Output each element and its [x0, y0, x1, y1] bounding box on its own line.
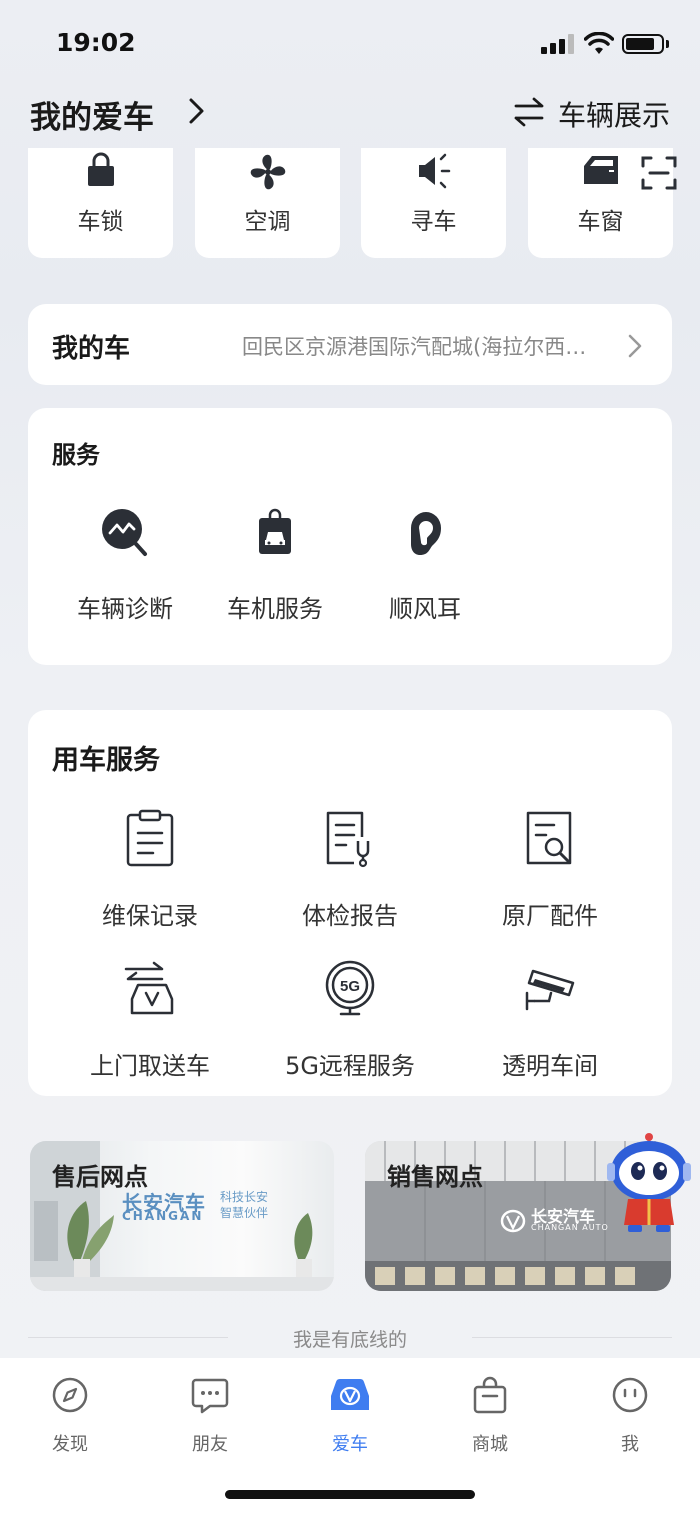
chat-icon	[191, 1378, 229, 1414]
tab-mall[interactable]: 商城	[440, 1376, 540, 1456]
service-label: 车辆诊断	[77, 595, 173, 623]
quick-control-label: 空调	[244, 209, 291, 235]
horn-icon	[418, 153, 450, 189]
ear-icon	[411, 512, 441, 555]
5g-icon: 5G	[325, 960, 375, 1016]
car-service-original-parts[interactable]: 原厂配件	[450, 808, 650, 931]
slogan-line: 智慧伙伴	[220, 1206, 269, 1220]
after-sales-banner[interactable]: 售后网点 长安汽车 CHANGAN 科技长安 智慧伙伴	[30, 1141, 334, 1291]
car-service-label: 维保记录	[102, 902, 198, 930]
changan-logo-en: CHANGAN	[122, 1209, 204, 1223]
sales-title: 销售网点	[387, 1163, 483, 1191]
tab-me[interactable]: 我	[580, 1376, 680, 1456]
lock-icon	[87, 152, 114, 186]
car-service-label: 体检报告	[302, 902, 398, 930]
tab-label: 爱车	[332, 1434, 368, 1455]
face-icon	[612, 1377, 648, 1413]
my-car-title: 我的车	[52, 334, 131, 364]
service-car-machine[interactable]: 车机服务	[200, 505, 350, 624]
clipboard-icon	[126, 809, 174, 867]
tab-discover[interactable]: 发现	[20, 1376, 120, 1456]
chevron-right-icon[interactable]	[186, 96, 208, 126]
shopping-bag-icon	[473, 1376, 507, 1414]
status-time: 19:02	[56, 28, 136, 57]
scan-icon[interactable]	[640, 155, 678, 191]
wifi-icon	[584, 32, 614, 54]
home-indicator[interactable]	[225, 1490, 475, 1499]
quick-control-lock[interactable]: 车锁	[28, 148, 173, 258]
tab-friends[interactable]: 朋友	[160, 1376, 260, 1456]
car-service-label: 原厂配件	[502, 902, 598, 930]
car-icon	[331, 1378, 369, 1410]
battery-cap	[666, 40, 669, 48]
tab-label: 发现	[52, 1434, 88, 1455]
swap-icon[interactable]	[512, 96, 546, 128]
car-service-5g-remote[interactable]: 5G 5G远程服务	[250, 958, 450, 1081]
page-title[interactable]: 我的爱车	[30, 92, 154, 137]
quick-control-find-car[interactable]: 寻车	[361, 148, 506, 258]
quick-control-ac[interactable]: 空调	[195, 148, 340, 258]
svg-text:5G: 5G	[340, 978, 360, 995]
service-vehicle-diagnosis[interactable]: 车辆诊断	[50, 505, 200, 624]
robot-assistant-icon[interactable]	[604, 1133, 694, 1233]
chevron-right-icon[interactable]	[626, 333, 644, 359]
car-services-title: 用车服务	[52, 745, 160, 776]
tab-label: 朋友	[192, 1434, 228, 1455]
diagnosis-icon	[102, 509, 147, 556]
vehicle-display-button[interactable]: 车辆展示	[558, 94, 670, 134]
camera-icon	[525, 969, 575, 1011]
car-service-label: 上门取送车	[90, 1052, 210, 1080]
parts-search-icon	[526, 811, 572, 865]
signal-icon	[541, 34, 574, 54]
car-service-checkup-report[interactable]: 体检报告	[250, 808, 450, 931]
quick-control-label: 车锁	[77, 209, 124, 235]
car-machine-service-icon	[259, 508, 291, 554]
service-ear[interactable]: 顺风耳	[350, 505, 500, 624]
slogan-line: 科技长安	[220, 1190, 269, 1204]
battery-icon	[622, 34, 664, 54]
tab-my-car[interactable]: 爱车	[300, 1376, 400, 1456]
changan-logo-en: CHANGAN AUTO	[531, 1223, 609, 1232]
car-window-icon	[583, 156, 618, 184]
car-service-label: 5G远程服务	[285, 1052, 415, 1080]
checkup-report-icon	[326, 811, 370, 868]
service-label: 车机服务	[227, 595, 323, 623]
car-service-pickup-delivery[interactable]: 上门取送车	[50, 958, 250, 1081]
tab-label: 我	[621, 1434, 639, 1455]
fan-icon	[250, 154, 285, 190]
services-title: 服务	[52, 441, 100, 469]
quick-control-label: 车窗	[577, 209, 624, 235]
compass-icon	[52, 1377, 88, 1413]
tab-label: 商城	[472, 1434, 508, 1455]
car-service-maintenance-record[interactable]: 维保记录	[50, 808, 250, 931]
pickup-delivery-icon	[124, 961, 174, 1015]
car-service-label: 透明车间	[502, 1052, 598, 1080]
after-sales-slogan: 科技长安 智慧伙伴	[220, 1189, 268, 1221]
my-car-address: 回民区京源港国际汽配城(海拉尔西…	[242, 335, 587, 359]
quick-control-label: 寻车	[410, 209, 457, 235]
car-service-transparent-workshop[interactable]: 透明车间	[450, 958, 650, 1081]
service-label: 顺风耳	[389, 595, 461, 623]
end-of-list-note: 我是有底线的	[292, 1329, 407, 1351]
